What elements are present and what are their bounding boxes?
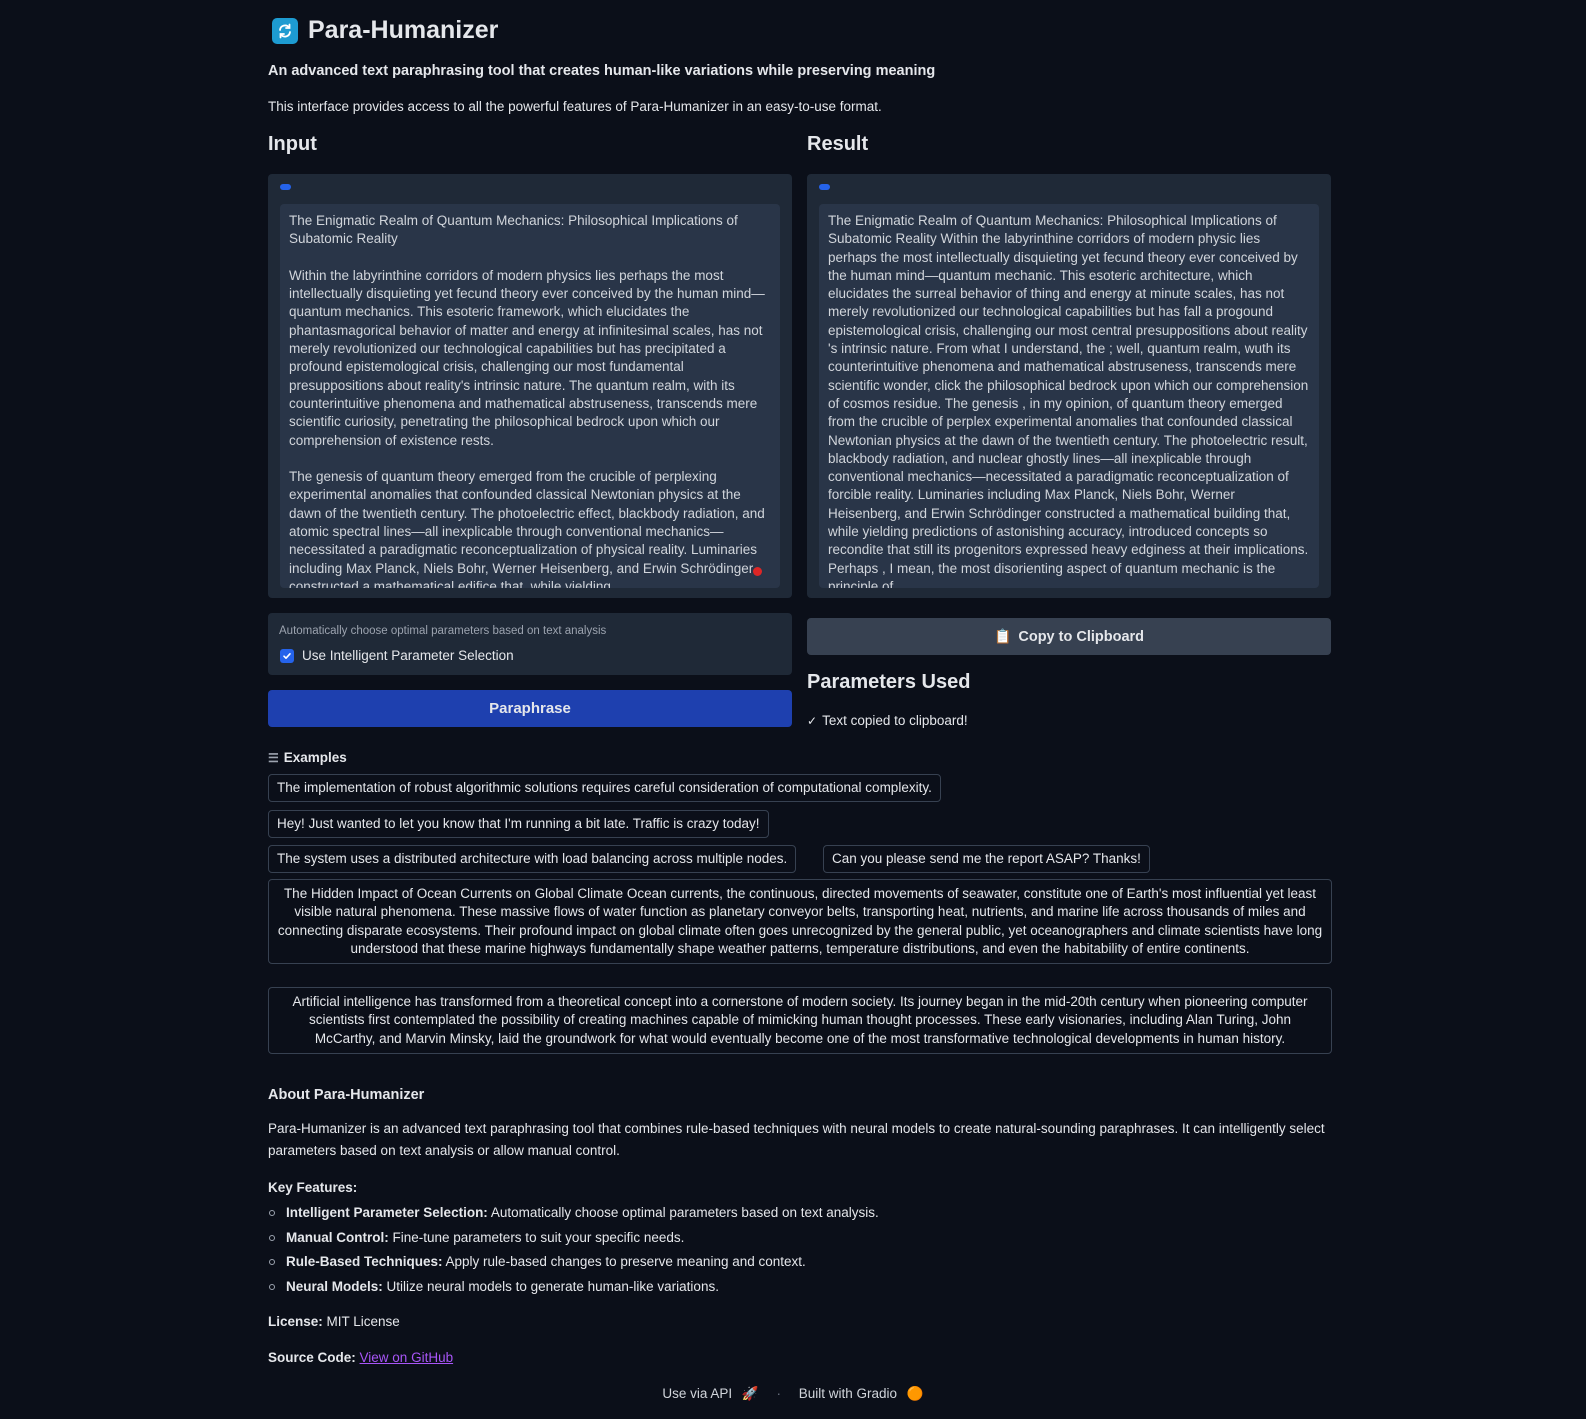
about-text: Para-Humanizer is an advanced text parap… (268, 1121, 1325, 1158)
copied-status: ✓ Text copied to clipboard! (807, 713, 968, 728)
parameters-used-title: Parameters Used (807, 671, 971, 693)
use-via-api-link[interactable]: Use via API 🚀 (659, 1386, 761, 1401)
license-line: License: MIT License (268, 1314, 400, 1329)
feature-item: Rule-Based Techniques: Apply rule-based … (268, 1252, 879, 1277)
app-header: Para-Humanizer (268, 16, 498, 45)
built-label: Built with Gradio (798, 1386, 898, 1401)
intelligent-params-info: Automatically choose optimal parameters … (279, 625, 607, 637)
api-label: Use via API (662, 1386, 733, 1401)
copy-button-label: Copy to Clipboard (1018, 628, 1145, 645)
rocket-icon: 🚀 (741, 1386, 759, 1401)
source-line: Source Code: View on GitHub (268, 1350, 453, 1365)
example-item[interactable]: Artificial intelligence has transformed … (268, 987, 1332, 1054)
feature-item: Neural Models: Utilize neural models to … (268, 1277, 879, 1302)
about-title: About Para-Humanizer (268, 1087, 425, 1103)
result-status-dot (819, 184, 830, 190)
gradio-logo-icon: 🟠 (906, 1386, 924, 1401)
intelligent-params-label: Use Intelligent Parameter Selection (302, 648, 514, 663)
source-label: Source Code: (268, 1350, 356, 1365)
examples-label: Examples (283, 750, 347, 765)
footer: Use via API 🚀 · Built with Gradio 🟠 (0, 1386, 1586, 1402)
example-item[interactable]: The implementation of robust algorithmic… (268, 774, 941, 803)
result-title: Result (807, 133, 869, 155)
app-title: Para-Humanizer (308, 16, 499, 44)
input-title: Input (268, 133, 317, 155)
license-value: MIT License (322, 1314, 400, 1329)
example-item[interactable]: Hey! Just wanted to let you know that I'… (268, 810, 769, 839)
intelligent-params-panel: Automatically choose optimal parameters … (268, 613, 792, 675)
app-intro: This interface provides access to all th… (268, 99, 882, 114)
clipboard-icon: 📋 (993, 628, 1012, 644)
input-status-dot (280, 184, 291, 190)
built-with-gradio-link[interactable]: Built with Gradio 🟠 (796, 1386, 927, 1401)
result-textarea[interactable]: The Enigmatic Realm of Quantum Mechanics… (819, 204, 1319, 588)
app-tagline: An advanced text paraphrasing tool that … (268, 63, 936, 79)
example-item[interactable]: Can you please send me the report ASAP? … (823, 845, 1150, 874)
input-panel: The Enigmatic Realm of Quantum Mechanics… (268, 174, 792, 598)
feature-desc: Automatically choose optimal parameters … (487, 1205, 879, 1220)
license-label: License: (268, 1314, 323, 1329)
examples-header: ☰ Examples (268, 750, 347, 765)
feature-name: Manual Control: (286, 1229, 389, 1245)
refresh-logo-icon (272, 17, 298, 44)
checkbox-checked-icon[interactable] (280, 648, 294, 663)
paraphrase-button[interactable]: Paraphrase (268, 690, 792, 727)
list-icon: ☰ (268, 750, 279, 765)
copy-to-clipboard-button[interactable]: 📋 Copy to Clipboard (807, 618, 1331, 655)
example-item[interactable]: The Hidden Impact of Ocean Currents on G… (268, 879, 1332, 965)
footer-separator: · (776, 1386, 781, 1401)
input-textarea[interactable]: The Enigmatic Realm of Quantum Mechanics… (280, 204, 780, 588)
feature-desc: Utilize neural models to generate human-… (382, 1278, 719, 1294)
features-list: Intelligent Parameter Selection: Automat… (268, 1203, 879, 1301)
feature-name: Rule-Based Techniques: (286, 1254, 443, 1270)
feature-item: Intelligent Parameter Selection: Automat… (268, 1203, 879, 1228)
feature-desc: Apply rule-based changes to preserve mea… (442, 1254, 806, 1270)
example-item[interactable]: The system uses a distributed architectu… (268, 845, 797, 874)
grammar-indicator-icon (753, 567, 762, 576)
copied-status-text: Text copied to clipboard! (822, 713, 968, 728)
checkmark-icon: ✓ (807, 713, 818, 728)
feature-item: Manual Control: Fine-tune parameters to … (268, 1228, 879, 1253)
feature-name: Neural Models: (286, 1278, 383, 1294)
result-panel: The Enigmatic Realm of Quantum Mechanics… (807, 174, 1331, 598)
intelligent-params-checkbox[interactable]: Use Intelligent Parameter Selection (280, 648, 514, 663)
features-title: Key Features: (268, 1180, 358, 1195)
github-link[interactable]: View on GitHub (360, 1350, 454, 1365)
feature-name: Intelligent Parameter Selection: (286, 1205, 488, 1220)
feature-desc: Fine-tune parameters to suit your specif… (388, 1229, 685, 1245)
